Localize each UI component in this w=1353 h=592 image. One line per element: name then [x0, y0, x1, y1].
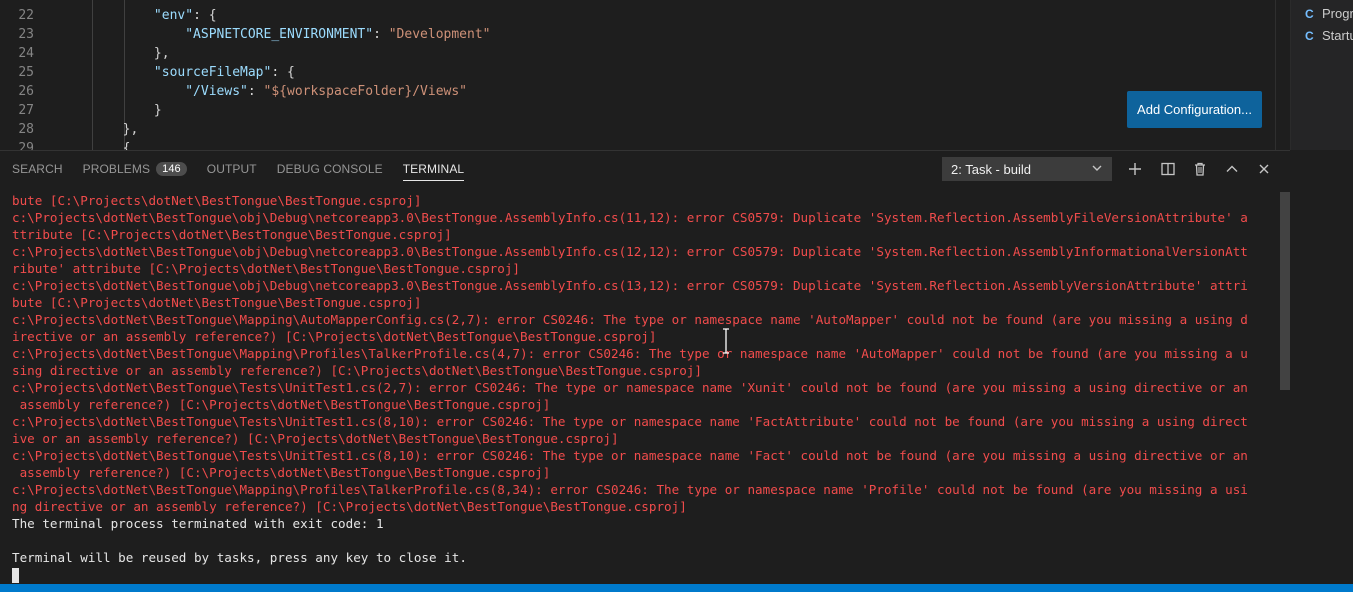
tab-label: TERMINAL [402, 162, 465, 176]
outline-panel: C Progr C Startu [1290, 0, 1353, 150]
tab-label: PROBLEMS [82, 162, 151, 176]
add-configuration-button[interactable]: Add Configuration... [1127, 91, 1262, 128]
split-terminal-icon[interactable] [1158, 159, 1178, 179]
code-line: { [60, 139, 131, 150]
terminal-line: c:\Projects\dotNet\BestTongue\obj\Debug\… [12, 210, 1248, 225]
code-token: : { [193, 8, 217, 23]
code-token: { [60, 141, 131, 150]
bottom-panel: SEARCH PROBLEMS 146 OUTPUT DEBUG CONSOLE… [0, 150, 1290, 585]
outline-item-startup[interactable]: C Startu [1305, 28, 1353, 43]
terminal-line: ribute' attribute [C:\Projects\dotNet\Be… [12, 261, 520, 276]
code-token: : [247, 84, 264, 99]
text-cursor-icon [722, 328, 730, 354]
terminal-line: c:\Projects\dotNet\BestTongue\Mapping\Pr… [12, 346, 1248, 361]
code-line: "sourceFileMap": { [60, 63, 295, 82]
terminal-line: c:\Projects\dotNet\BestTongue\Tests\Unit… [12, 448, 1248, 463]
panel-tabs: SEARCH PROBLEMS 146 OUTPUT DEBUG CONSOLE… [0, 151, 472, 187]
tab-debug-console[interactable]: DEBUG CONSOLE [277, 151, 383, 187]
line-number-gutter: 22 23 24 25 26 27 28 29 [0, 0, 60, 150]
tab-label: SEARCH [12, 162, 63, 176]
terminal-prompt-line [12, 566, 1276, 583]
terminal-line: ng directive or an assembly reference?) … [12, 499, 687, 514]
code-token: }, [60, 122, 139, 137]
code-token: "ASPNETCORE_ENVIRONMENT" [185, 27, 374, 42]
terminal-cursor [12, 568, 19, 583]
code-editor[interactable]: 22 23 24 25 26 27 28 29 "env": { "ASPNETCORE_EN… [0, 0, 1290, 150]
terminal-line: ttribute [C:\Projects\dotNet\BestTongue\… [12, 227, 452, 242]
code-token: "${workspaceFolder}/Views" [263, 84, 468, 99]
code-token: : { [271, 65, 295, 80]
terminal-line: assembly reference?) [C:\Projects\dotNet… [12, 397, 551, 412]
status-bar [0, 584, 1353, 592]
class-icon: C [1305, 28, 1314, 43]
terminal-select-dropdown[interactable]: 2: Task - build [942, 157, 1112, 181]
outline-item-label: Startu [1322, 28, 1353, 43]
new-terminal-icon[interactable] [1125, 159, 1145, 179]
tab-label: OUTPUT [206, 162, 257, 176]
code-line: } [60, 101, 162, 120]
tab-search[interactable]: SEARCH [12, 151, 63, 187]
terminal-line: bute [C:\Projects\dotNet\BestTongue\Best… [12, 295, 422, 310]
terminal-line: The terminal process terminated with exi… [12, 516, 384, 531]
outline-item-label: Progr [1322, 6, 1353, 21]
tab-problems[interactable]: PROBLEMS 146 [83, 151, 187, 187]
editor-scrollbar[interactable] [1275, 0, 1276, 150]
code-token: } [60, 103, 162, 118]
close-panel-icon[interactable] [1254, 159, 1274, 179]
terminal-output[interactable]: bute [C:\Projects\dotNet\BestTongue\Best… [12, 192, 1276, 584]
code-line: "ASPNETCORE_ENVIRONMENT": "Development" [60, 25, 490, 44]
terminal-line: assembly reference?) [C:\Projects\dotNet… [12, 465, 551, 480]
code-line: "env": { [60, 6, 217, 25]
problems-count-badge: 146 [156, 162, 187, 176]
terminal-line: c:\Projects\dotNet\BestTongue\Mapping\Au… [12, 312, 1248, 327]
terminal-line: sing directive or an assembly reference?… [12, 363, 702, 378]
line-number: 29 [18, 141, 34, 150]
terminal-line: c:\Projects\dotNet\BestTongue\Tests\Unit… [12, 380, 1248, 395]
terminal-line: Terminal will be reused by tasks, press … [12, 550, 467, 565]
terminal-scrollbar[interactable] [1280, 192, 1290, 390]
terminal-line: bute [C:\Projects\dotNet\BestTongue\Best… [12, 193, 422, 208]
code-line: }, [60, 44, 170, 63]
terminal-line: c:\Projects\dotNet\BestTongue\obj\Debug\… [12, 278, 1248, 293]
chevron-down-icon [1091, 162, 1103, 177]
terminal-line: irective or an assembly reference?) [C:\… [12, 329, 657, 344]
line-number: 28 [18, 122, 34, 137]
code-token: "sourceFileMap" [153, 65, 272, 80]
code-line: "/Views": "${workspaceFolder}/Views" [60, 82, 467, 101]
code-line: }, [60, 120, 139, 139]
terminal-line: c:\Projects\dotNet\BestTongue\Mapping\Pr… [12, 482, 1248, 497]
tab-output[interactable]: OUTPUT [207, 151, 257, 187]
line-number: 24 [18, 46, 34, 61]
tab-label: DEBUG CONSOLE [276, 162, 383, 176]
code-token: "Development" [388, 27, 491, 42]
line-number: 22 [18, 8, 34, 23]
tab-terminal[interactable]: TERMINAL [402, 151, 465, 187]
terminal-line: c:\Projects\dotNet\BestTongue\obj\Debug\… [12, 244, 1248, 259]
code-token: : [373, 27, 389, 42]
line-number: 27 [18, 103, 34, 118]
line-number: 23 [18, 27, 34, 42]
terminal-select-value: 2: Task - build [951, 161, 1031, 177]
code-token: "/Views" [185, 84, 248, 99]
class-icon: C [1305, 6, 1314, 21]
line-number: 25 [18, 65, 34, 80]
maximize-panel-icon[interactable] [1222, 159, 1242, 179]
outline-item-program[interactable]: C Progr [1305, 6, 1353, 21]
code-token: "env" [153, 8, 194, 23]
trash-icon[interactable] [1190, 159, 1210, 179]
terminal-line: c:\Projects\dotNet\BestTongue\Tests\Unit… [12, 414, 1248, 429]
code-token: }, [60, 46, 170, 61]
line-number: 26 [18, 84, 34, 99]
terminal-line: ive or an assembly reference?) [C:\Proje… [12, 431, 619, 446]
